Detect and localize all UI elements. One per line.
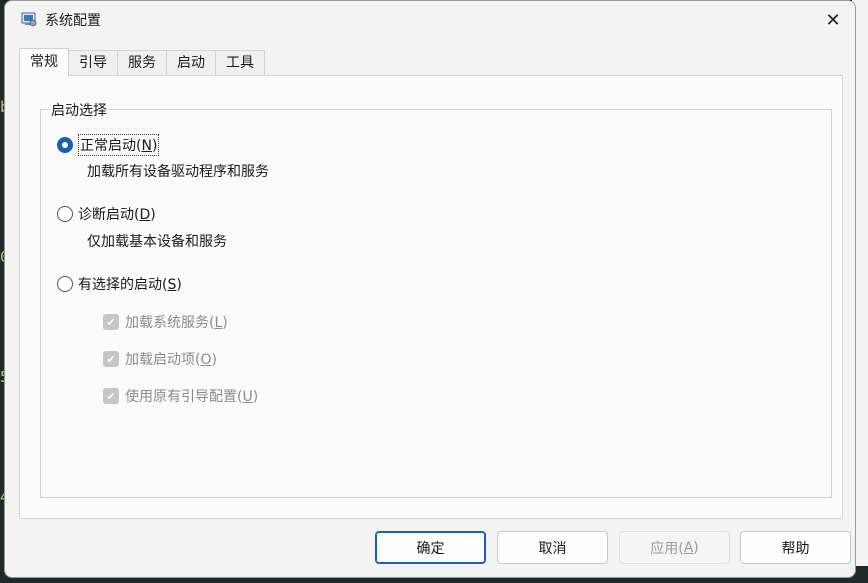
tab-startup[interactable]: 启动 — [166, 50, 216, 76]
use-original-boot-config-label: 使用原有引导配置(U) — [125, 389, 259, 405]
title-bar: 系统配置 ✕ — [5, 1, 855, 39]
close-button[interactable]: ✕ — [819, 6, 847, 34]
system-config-dialog: 系统配置 ✕ 常规 引导 服务 启动 工具 启动选择 正常启动(N) 加载所有设… — [4, 0, 856, 578]
help-button[interactable]: 帮助 — [740, 531, 851, 564]
general-tab-panel: 启动选择 正常启动(N) 加载所有设备驱动程序和服务 诊断启动(D) 仅加载基本… — [19, 75, 843, 519]
use-original-boot-config-checkbox[interactable]: ✔ 使用原有引导配置(U) — [103, 386, 258, 406]
checkmark-icon: ✔ — [103, 351, 119, 367]
load-system-services-label: 加载系统服务(L) — [125, 315, 228, 331]
tab-boot[interactable]: 引导 — [68, 50, 118, 76]
close-icon: ✕ — [825, 9, 841, 31]
checkmark-icon: ✔ — [103, 314, 119, 330]
window-title: 系统配置 — [45, 13, 101, 29]
normal-startup-label: 正常启动(N) — [78, 134, 160, 156]
diagnostic-startup-option[interactable]: 诊断启动(D) — [57, 204, 156, 224]
checkmark-icon: ✔ — [103, 388, 119, 404]
tab-general[interactable]: 常规 — [19, 48, 69, 76]
tab-services[interactable]: 服务 — [117, 50, 167, 76]
apply-button[interactable]: 应用(A) — [619, 531, 730, 564]
normal-startup-option[interactable]: 正常启动(N) — [57, 134, 160, 156]
diagnostic-startup-radio[interactable] — [57, 206, 73, 222]
group-legend: 启动选择 — [49, 100, 109, 120]
load-startup-items-checkbox[interactable]: ✔ 加载启动项(O) — [103, 349, 217, 369]
normal-startup-description: 加载所有设备驱动程序和服务 — [87, 164, 269, 180]
diagnostic-startup-label: 诊断启动(D) — [78, 207, 156, 223]
selective-startup-label: 有选择的启动(S) — [78, 277, 182, 293]
load-startup-items-label: 加载启动项(O) — [125, 352, 217, 368]
selective-startup-option[interactable]: 有选择的启动(S) — [57, 274, 182, 294]
startup-selection-group: 启动选择 正常启动(N) 加载所有设备驱动程序和服务 诊断启动(D) 仅加载基本… — [40, 100, 832, 498]
selective-startup-radio[interactable] — [57, 276, 73, 292]
tab-tools[interactable]: 工具 — [215, 50, 265, 76]
diagnostic-startup-description: 仅加载基本设备和服务 — [87, 234, 227, 250]
load-system-services-checkbox[interactable]: ✔ 加载系统服务(L) — [103, 312, 228, 332]
normal-startup-radio[interactable] — [57, 137, 73, 153]
ok-button[interactable]: 确定 — [375, 531, 486, 564]
system-config-app-icon — [21, 12, 37, 27]
cancel-button[interactable]: 取消 — [497, 531, 608, 564]
tab-strip: 常规 引导 服务 启动 工具 — [19, 48, 265, 76]
